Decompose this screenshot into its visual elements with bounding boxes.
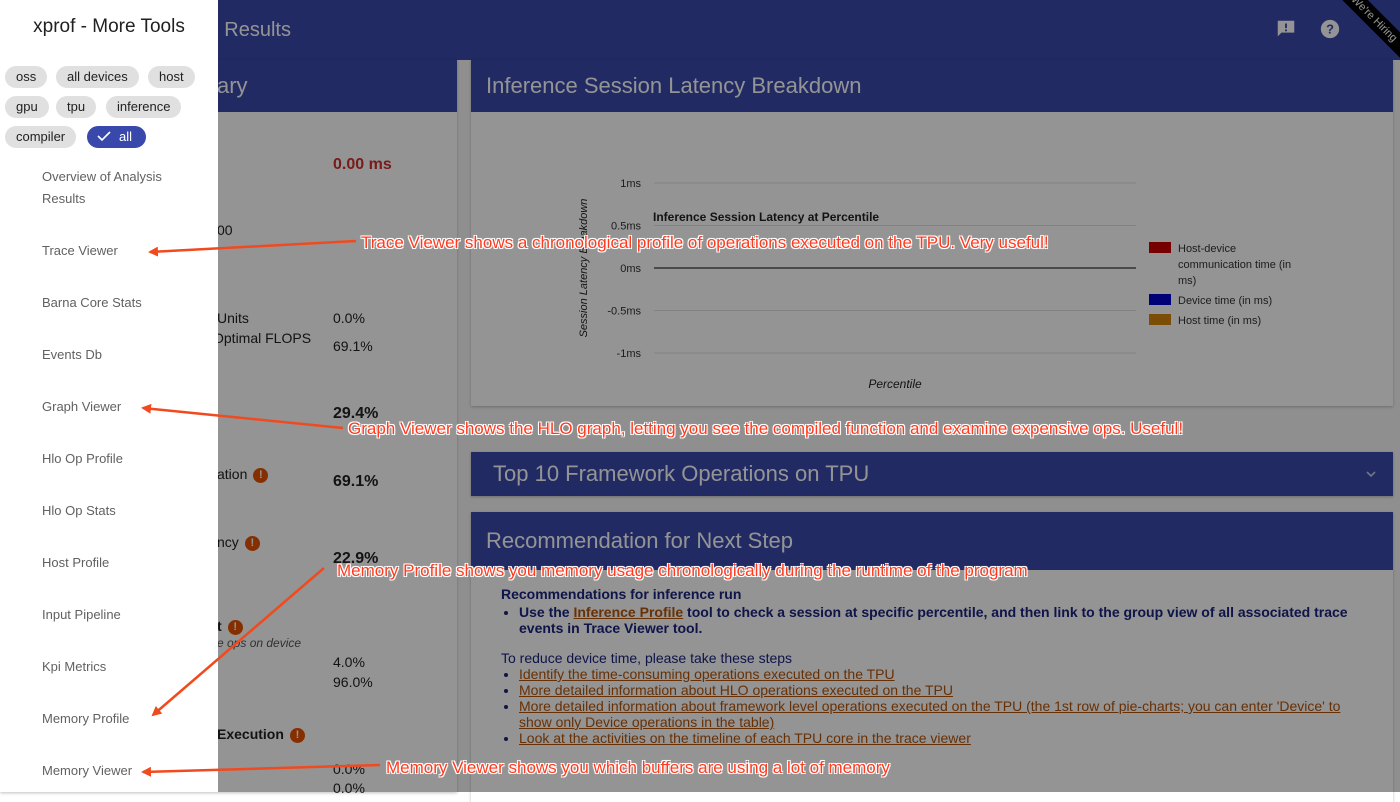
annotation-arrow [151,567,325,717]
annotation-arrow [141,763,381,777]
annotation-overlay [141,239,381,777]
annotation-trace-viewer: Trace Viewer shows a chronological profi… [361,233,1049,252]
annotation-arrow [148,239,357,257]
annotation-memory-profile: Memory Profile shows you memory usage ch… [337,561,1028,580]
annotation-graph-viewer: Graph Viewer shows the HLO graph, lettin… [348,419,1184,438]
annotation-memory-viewer: Memory Viewer shows you which buffers ar… [386,758,890,777]
annotation-arrow [141,403,344,430]
